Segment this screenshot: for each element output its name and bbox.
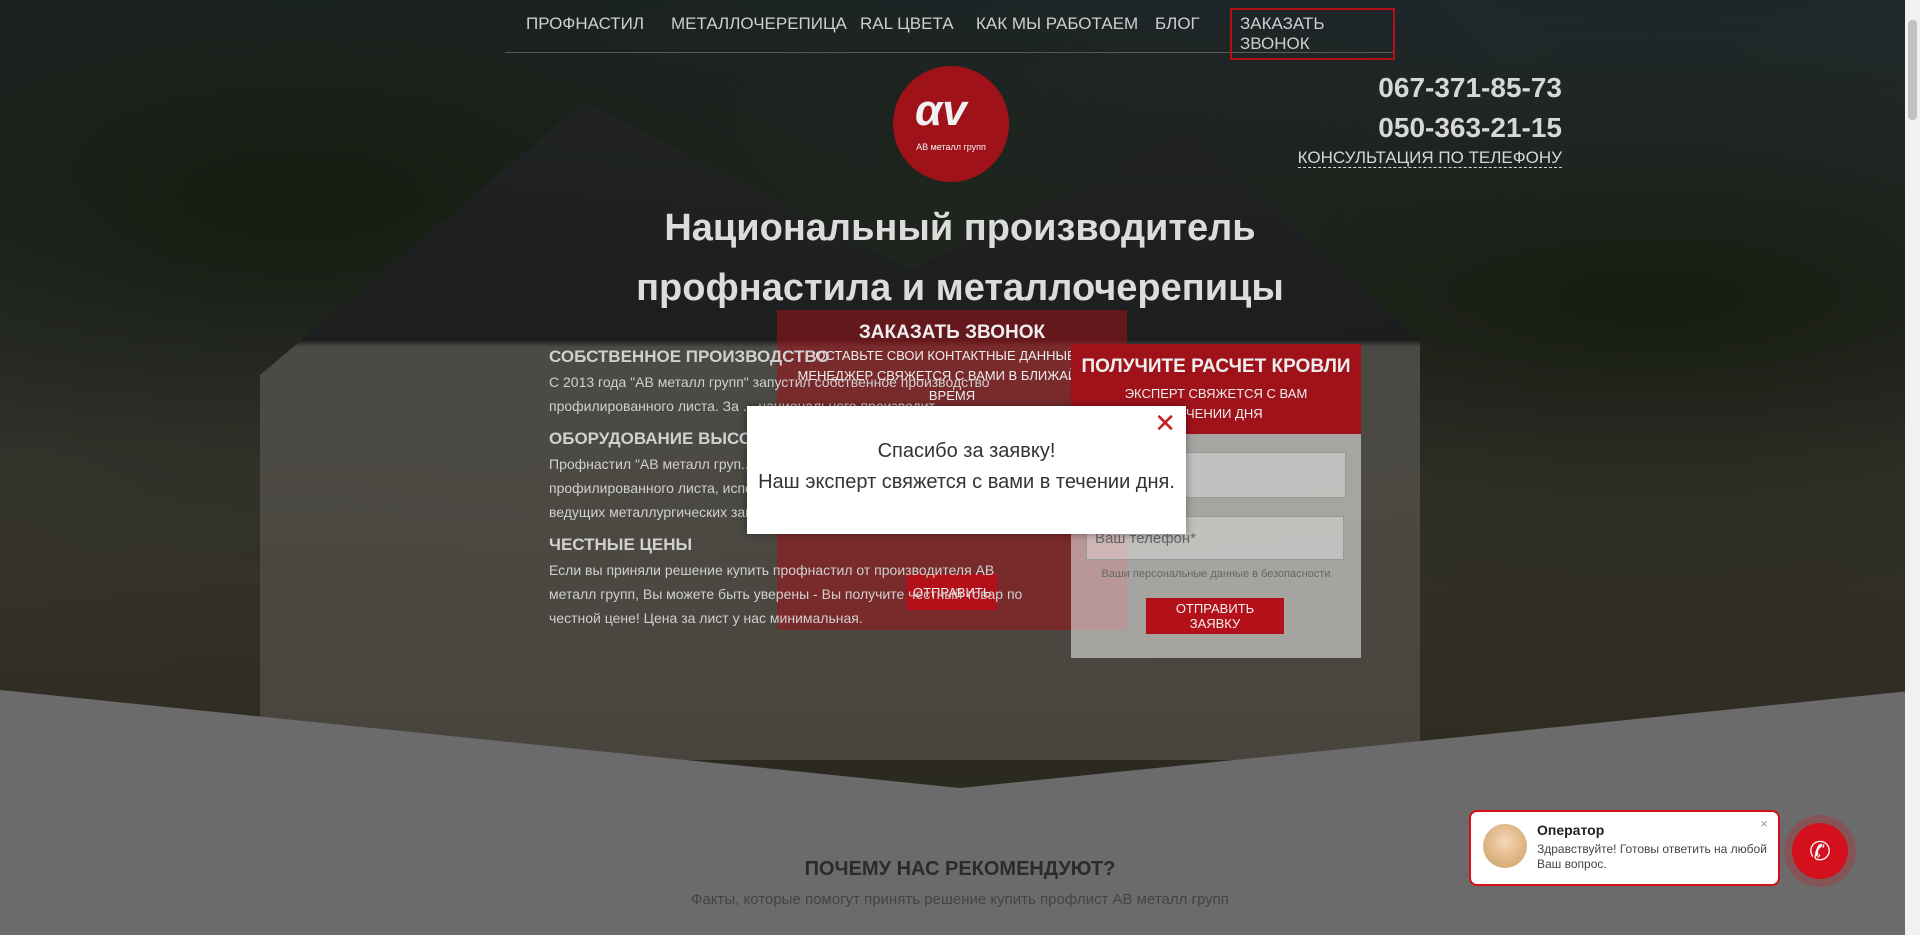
operator-avatar [1483,824,1527,868]
why-section: ПОЧЕМУ НАС РЕКОМЕНДУЮТ? Факты, которые п… [560,858,1360,908]
modal-message: Спасибо за заявку! Наш эксперт свяжется … [747,436,1186,498]
privacy-note: Ваши персональные данные в безопасности [1101,568,1331,580]
why-subtitle: Факты, которые помогут принять решение к… [691,891,1229,908]
chat-widget[interactable]: Оператор Здравствуйте! Готовы ответить н… [1469,810,1780,886]
submit-request-button[interactable]: ОТПРАВИТЬ ЗАЯВКУ [1146,598,1284,634]
modal-line-2: Наш эксперт свяжется с вами в течении дн… [758,471,1175,493]
modal-line-1: Спасибо за заявку! [877,440,1056,462]
feature-text: Если вы приняли решение купить профнасти… [549,562,1023,626]
nav-item-ral[interactable]: RAL ЦВЕТА [860,14,954,34]
call-form-title: ЗАКАЗАТЬ ЗВОНОК [858,322,1046,343]
calc-subtitle-1: ЭКСПЕРТ СВЯЖЕТСЯ С ВАМ [1124,386,1308,401]
close-icon[interactable]: ✕ [1154,410,1176,436]
chat-close-icon[interactable]: × [1760,816,1768,831]
thank-you-modal: ✕ Спасибо за заявку! Наш эксперт свяжетс… [747,406,1186,534]
phones-block: 067-371-85-73 050-363-21-15 КОНСУЛЬТАЦИЯ… [1297,68,1562,168]
chat-greeting: Здравствуйте! Готовы ответить на любой В… [1537,842,1767,871]
headline-line-1: Национальный производитель [664,207,1256,249]
nav-item-metallocherepitsa[interactable]: МЕТАЛЛОЧЕРЕПИЦА [671,14,847,34]
scrollbar-thumb[interactable] [1908,20,1917,120]
phone-2[interactable]: 050-363-21-15 [1298,108,1562,148]
why-title: ПОЧЕМУ НАС РЕКОМЕНДУЮТ? [804,858,1116,880]
page-title: Национальный производитель профнастила и… [560,198,1360,318]
nav-item-blog[interactable]: БЛОГ [1155,14,1200,34]
calc-title: ПОЛУЧИТЕ РАСЧЕТ КРОВЛИ [1081,356,1351,377]
top-nav: ПРОФНАСТИЛ МЕТАЛЛОЧЕРЕПИЦА RAL ЦВЕТА КАК… [505,0,1395,60]
order-call-button[interactable]: ЗАКАЗАТЬ ЗВОНОК [1230,8,1395,60]
nav-item-profnastil[interactable]: ПРОФНАСТИЛ [526,14,644,34]
scrollbar[interactable] [1905,0,1920,935]
phone-icon[interactable]: ✆ [1792,823,1848,879]
consultation-link[interactable]: КОНСУЛЬТАЦИЯ ПО ТЕЛЕФОНУ [1297,148,1562,168]
logo-text: АВ металл групп [916,142,986,152]
feature-title: ЧЕСТНЫЕ ЦЕНЫ [549,535,693,554]
headline-line-2: профнастила и металлочерепицы [636,267,1284,309]
phone-1[interactable]: 067-371-85-73 [1298,68,1562,108]
chat-operator-name: Оператор [1537,822,1605,838]
logo-mark: αv [915,86,967,135]
logo[interactable]: αv АВ металл групп [893,66,1009,182]
nav-item-how-we-work[interactable]: КАК МЫ РАБОТАЕМ [976,14,1138,34]
feature-title: СОБСТВЕННОЕ ПРОИЗВОДСТВО [549,347,830,366]
